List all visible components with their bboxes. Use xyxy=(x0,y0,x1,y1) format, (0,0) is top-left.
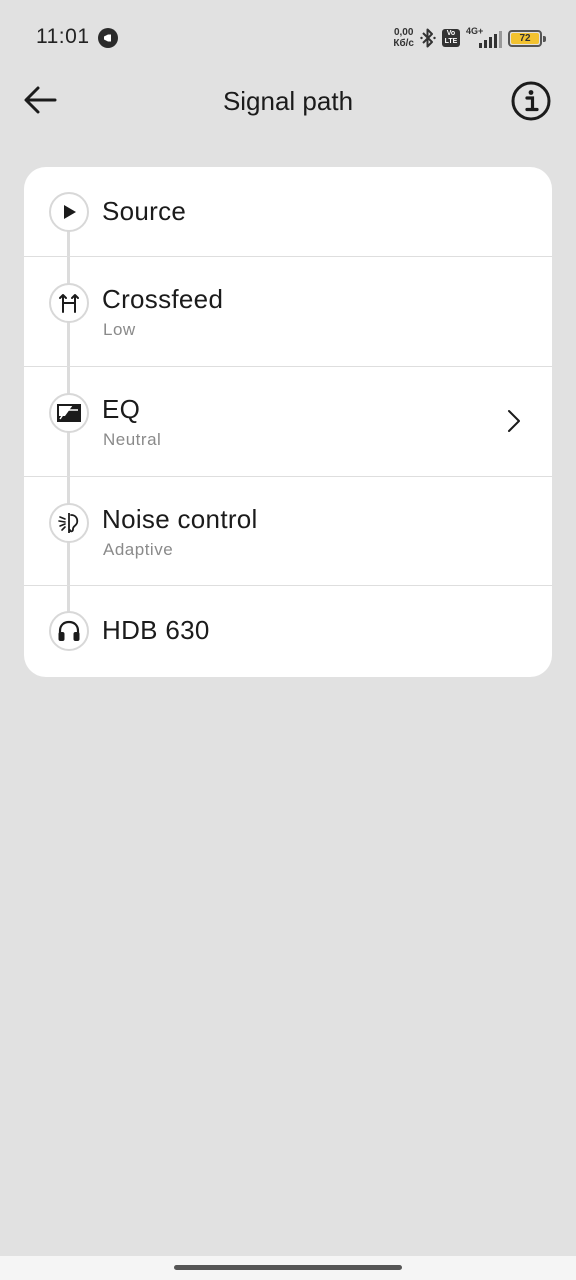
item-title: Crossfeed xyxy=(102,284,224,314)
cellular-signal-icon: 4G+ xyxy=(466,26,502,48)
status-icons: 0,00 Кб/с Vo LTE 4G+ 72 xyxy=(393,24,546,52)
status-time: 11:01 xyxy=(36,25,90,48)
signal-path-item-crossfeed: Crossfeed Low xyxy=(24,257,552,367)
battery-cap xyxy=(543,35,546,42)
app-bar: Signal path xyxy=(0,76,576,126)
item-title: Noise control xyxy=(102,504,258,534)
item-title: HDB 630 xyxy=(102,615,210,645)
home-gesture-handle[interactable] xyxy=(174,1265,402,1270)
battery-level: 72 xyxy=(511,32,539,44)
item-subtitle: Neutral xyxy=(103,430,162,449)
network-speed: 0,00 Кб/с xyxy=(393,27,414,49)
bluetooth-icon xyxy=(420,28,436,48)
volte-icon: Vo LTE xyxy=(442,29,460,47)
page-title: Signal path xyxy=(222,86,354,116)
volte-bottom: LTE xyxy=(444,38,458,45)
status-bar: 11:01 0,00 Кб/с Vo LTE 4G+ 72 xyxy=(0,0,576,76)
item-subtitle: Low xyxy=(103,320,136,339)
signal-path-item-source: Source xyxy=(24,167,552,257)
battery-icon: 72 xyxy=(508,29,546,47)
noise-control-icon xyxy=(49,503,89,543)
signal-path-card: Source Crossfeed Low EQ Neutral Noise co… xyxy=(24,167,552,677)
speed-unit: Кб/с xyxy=(393,38,414,49)
item-title: EQ xyxy=(102,394,141,424)
signal-path-item-noise-control: Noise control Adaptive xyxy=(24,477,552,586)
speed-value: 0,00 xyxy=(393,27,414,38)
navigation-bar xyxy=(0,1256,576,1280)
volte-top: Vo xyxy=(446,30,456,37)
eq-icon xyxy=(49,393,89,433)
chevron-right-icon xyxy=(508,410,520,432)
notification-icon xyxy=(98,28,118,48)
signal-path-screen: 11:01 0,00 Кб/с Vo LTE 4G+ 72 Signal pat… xyxy=(0,0,576,1280)
headphones-icon xyxy=(49,611,89,651)
play-icon xyxy=(49,192,89,232)
item-subtitle: Adaptive xyxy=(103,540,174,559)
info-button[interactable] xyxy=(510,80,552,122)
crossfeed-icon xyxy=(49,283,89,323)
signal-path-item-device: HDB 630 xyxy=(24,586,552,677)
info-icon xyxy=(511,81,551,121)
signal-bars xyxy=(479,31,502,48)
signal-path-item-eq[interactable]: EQ Neutral xyxy=(24,367,552,477)
item-title: Source xyxy=(102,196,187,226)
